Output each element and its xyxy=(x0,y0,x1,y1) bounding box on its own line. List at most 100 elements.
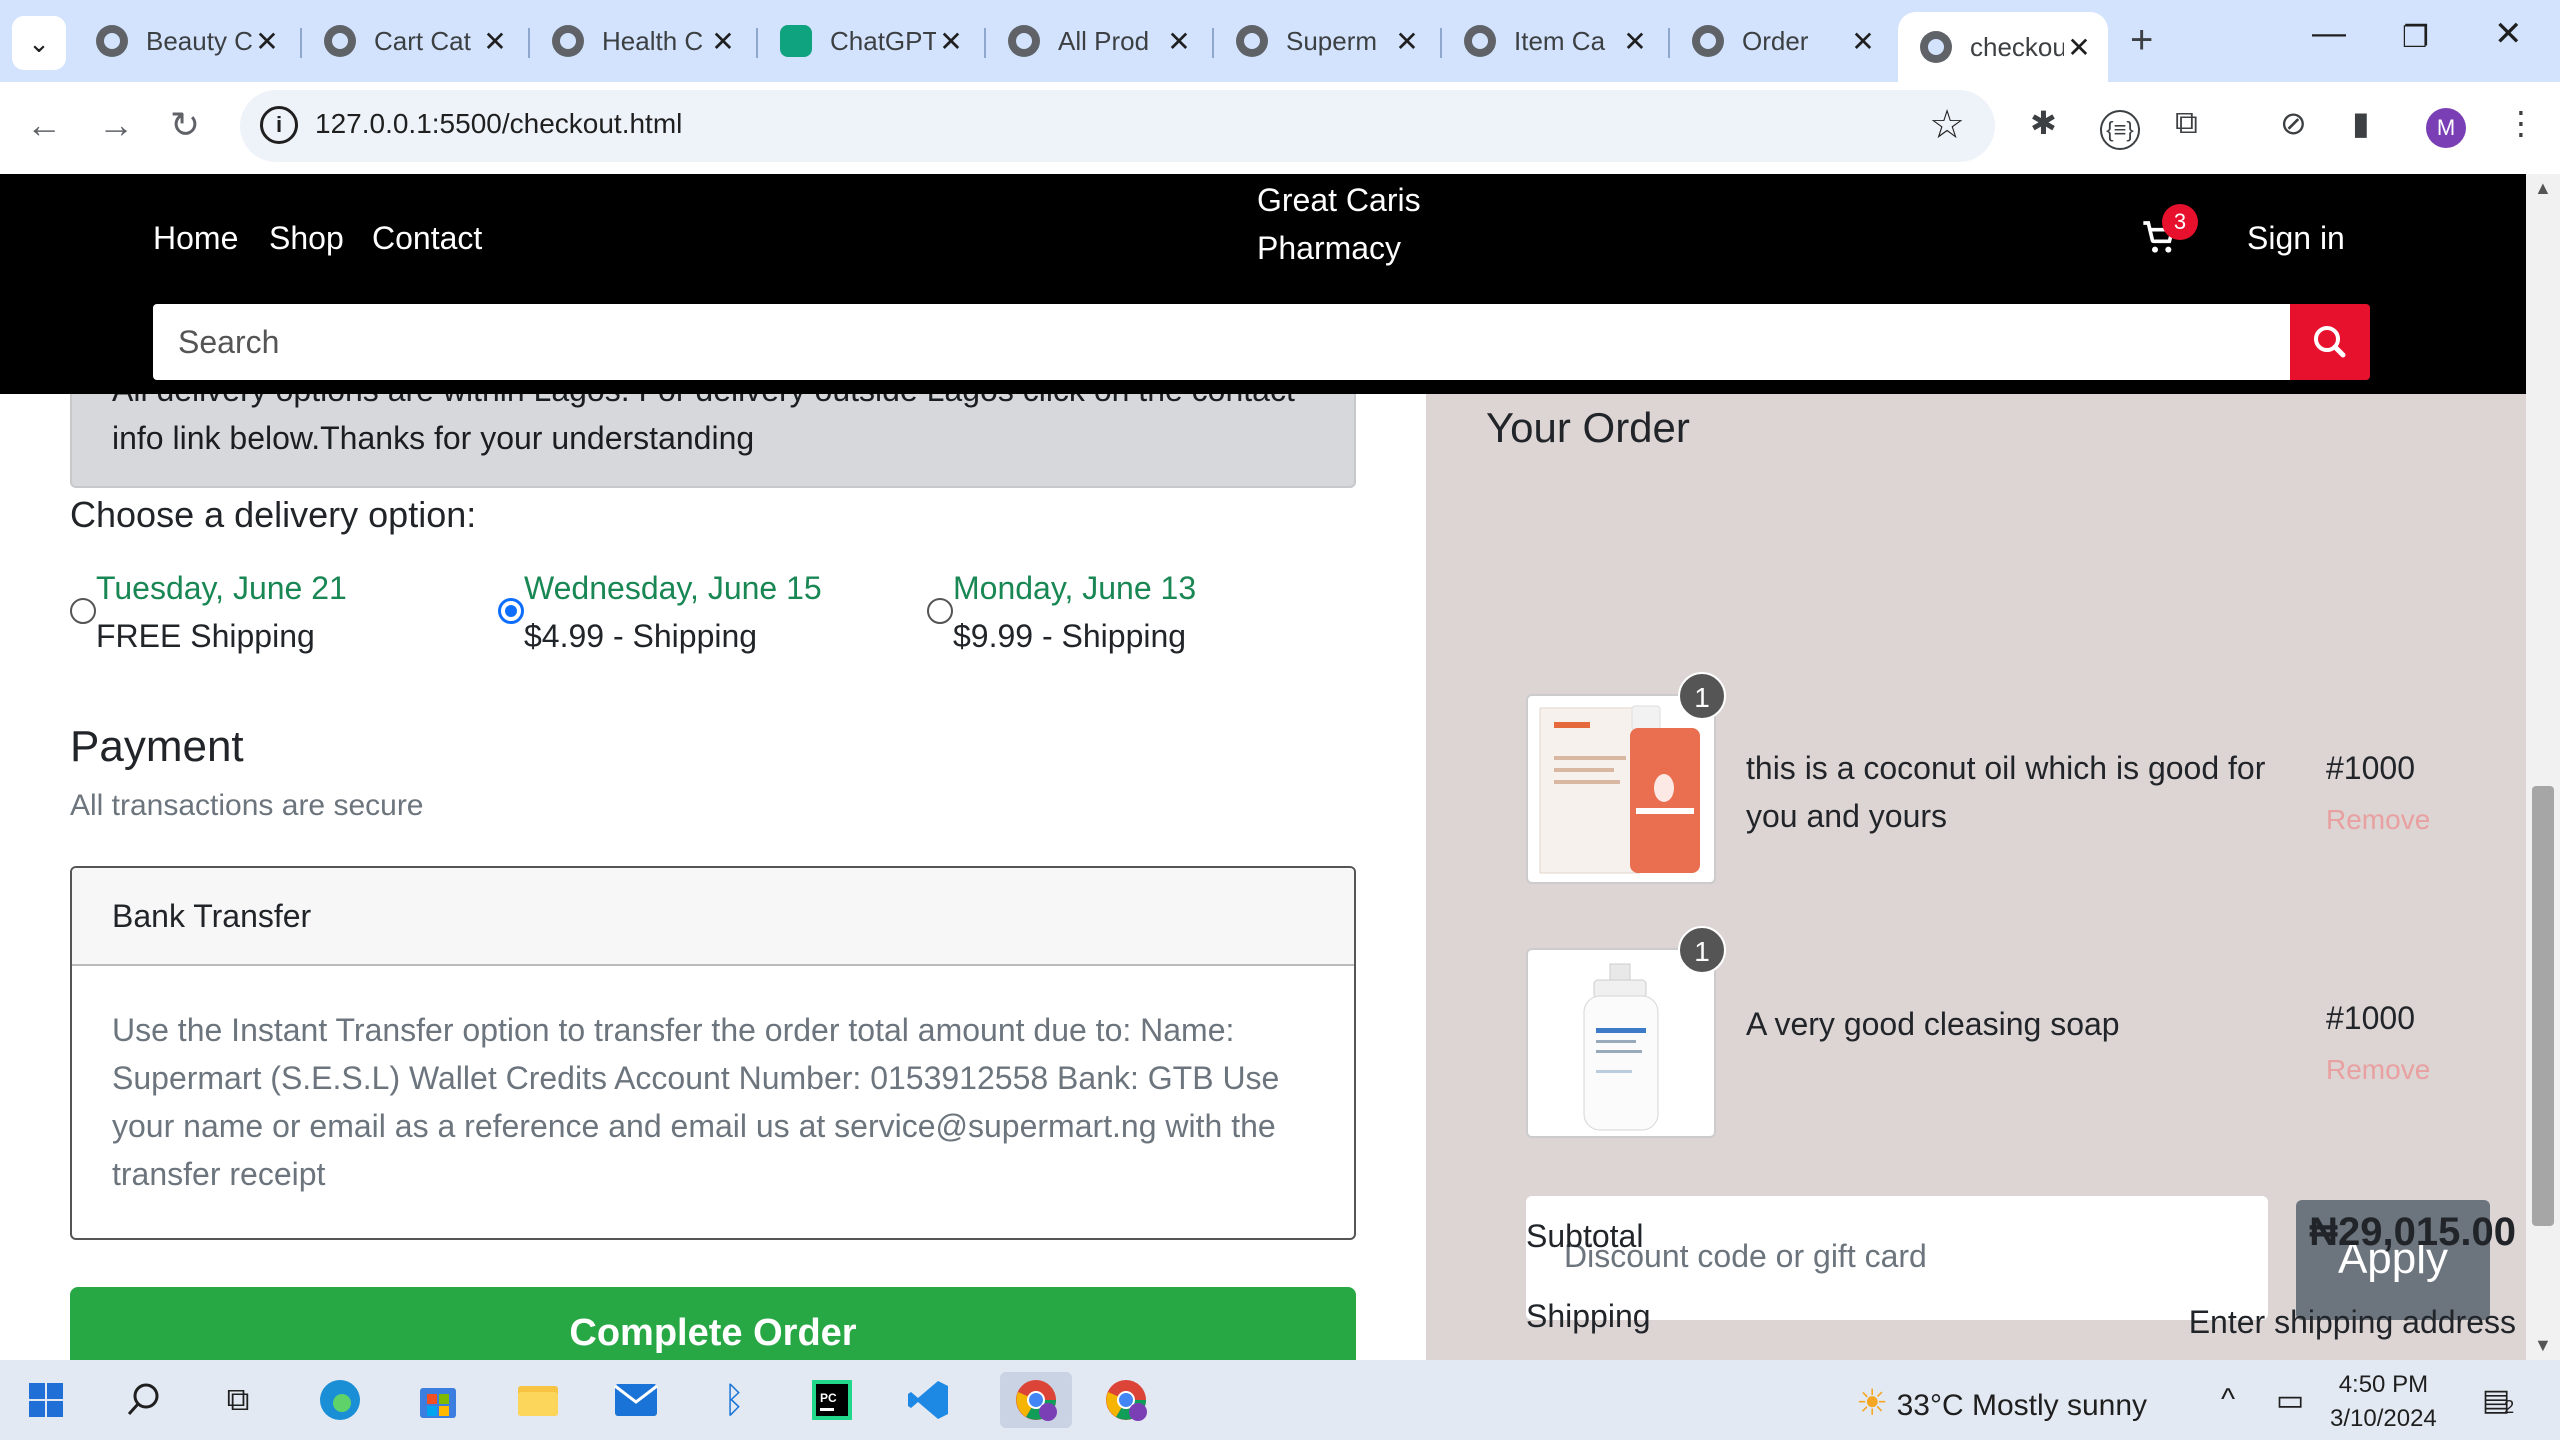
more-menu-icon[interactable]: ⋮ xyxy=(2505,104,2537,142)
chrome-icon[interactable] xyxy=(1000,1372,1072,1428)
tab-search-button[interactable]: ⌄ xyxy=(12,16,66,70)
search-button[interactable] xyxy=(2290,304,2370,380)
order-item: 1 this is a coconut oil which is good fo… xyxy=(1526,672,2506,889)
item-description: this is a coconut oil which is good for … xyxy=(1746,750,2266,834)
item-price: #1000 xyxy=(2326,750,2415,786)
close-icon[interactable]: ✕ xyxy=(1392,25,1422,58)
globe-icon xyxy=(324,25,356,57)
subtotal-value: ₦29,015.00 xyxy=(2309,1210,2516,1254)
profile-avatar[interactable]: M xyxy=(2426,108,2466,148)
tab-health[interactable]: Health C ✕ xyxy=(530,12,752,70)
globe-icon xyxy=(1692,25,1724,57)
close-icon[interactable]: ✕ xyxy=(2064,31,2094,64)
chrome-profile-icon[interactable] xyxy=(1098,1372,1154,1428)
bookmark-star-icon[interactable]: ☆ xyxy=(1929,102,1965,148)
minimize-icon[interactable]: — xyxy=(2312,14,2346,53)
tab-item-cart[interactable]: Item Ca ✕ xyxy=(1442,12,1664,70)
bug-extension-icon[interactable]: ✱ xyxy=(2030,104,2057,142)
shipping-value: Enter shipping address xyxy=(2188,1304,2516,1340)
close-icon[interactable]: ✕ xyxy=(1164,25,1194,58)
site-brand[interactable]: Great Caris Pharmacy xyxy=(1257,174,1421,272)
tab-title: All Prod xyxy=(1058,25,1150,56)
radio-button[interactable] xyxy=(70,598,96,624)
search-input[interactable]: Search xyxy=(153,304,2291,380)
sign-in-link[interactable]: Sign in xyxy=(2247,220,2345,257)
close-icon[interactable]: ✕ xyxy=(1848,25,1878,58)
radio-button[interactable] xyxy=(927,598,953,624)
site-info-icon[interactable]: i xyxy=(260,106,298,144)
bank-transfer-header[interactable]: Bank Transfer xyxy=(72,868,1354,966)
delivery-date: Tuesday, June 21 xyxy=(96,570,347,606)
page-scrollbar[interactable]: ▲ ▼ xyxy=(2526,174,2560,1360)
delivery-date: Wednesday, June 15 xyxy=(524,570,822,606)
tab-title: Order xyxy=(1742,25,1809,56)
delivery-option[interactable]: Monday, June 13 $9.99 - Shipping xyxy=(927,564,1196,660)
delivery-price: FREE Shipping xyxy=(96,618,315,654)
scroll-up-arrow-icon[interactable]: ▲ xyxy=(2534,178,2552,199)
search-icon xyxy=(2314,326,2346,358)
system-clock[interactable]: 4:50 PM 3/10/2024 xyxy=(2330,1368,2437,1436)
chevron-up-icon[interactable]: ^ xyxy=(2200,1372,2256,1428)
windows-start-icon[interactable] xyxy=(18,1372,74,1428)
weather-widget[interactable]: ☀ 33°C Mostly sunny xyxy=(1856,1382,2147,1424)
tab-all-products[interactable]: All Prod ✕ xyxy=(986,12,1208,70)
tab-order[interactable]: Order ✕ xyxy=(1670,12,1892,70)
task-view-icon[interactable]: ⧉ xyxy=(210,1372,266,1428)
sun-cloud-icon: ☀ xyxy=(1856,1382,1889,1423)
bluetooth-icon[interactable]: ᛒ xyxy=(706,1372,762,1428)
tab-strip: ⌄ Beauty C ✕ Cart Cat ✕ Health C ✕ ChatG… xyxy=(0,0,2560,82)
back-icon[interactable]: ← xyxy=(26,104,62,146)
address-bar[interactable]: i 127.0.0.1:5500/checkout.html ☆ xyxy=(240,90,1995,162)
close-window-icon[interactable]: ✕ xyxy=(2494,14,2523,54)
scrollbar-thumb[interactable] xyxy=(2532,786,2554,1226)
item-description: A very good cleasing soap xyxy=(1746,1006,2120,1042)
search-icon[interactable] xyxy=(116,1372,172,1428)
performance-icon[interactable]: ⊘ xyxy=(2280,104,2307,142)
network-battery-icon[interactable]: ▭ xyxy=(2262,1372,2318,1428)
delivery-option[interactable]: Wednesday, June 15 $4.99 - Shipping xyxy=(498,564,822,660)
mail-icon[interactable] xyxy=(608,1372,664,1428)
close-icon[interactable]: ✕ xyxy=(252,25,282,58)
extensions-puzzle-icon[interactable]: ⧉ xyxy=(2175,104,2198,142)
edge-browser-icon[interactable] xyxy=(312,1372,368,1428)
remove-item-link[interactable]: Remove xyxy=(2326,804,2430,836)
nav-contact-link[interactable]: Contact xyxy=(372,220,482,257)
file-explorer-icon[interactable] xyxy=(510,1372,566,1428)
delivery-price: $9.99 - Shipping xyxy=(953,618,1187,654)
nav-home-link[interactable]: Home xyxy=(153,220,238,257)
radio-button-selected[interactable] xyxy=(498,598,524,624)
quantity-badge: 1 xyxy=(1678,926,1726,974)
restore-icon[interactable]: ❐ xyxy=(2402,20,2429,55)
complete-order-button[interactable]: Complete Order xyxy=(70,1287,1356,1360)
reload-icon[interactable]: ↻ xyxy=(170,104,200,146)
tab-chatgpt[interactable]: ChatGPT ✕ xyxy=(758,12,980,70)
tab-cart[interactable]: Cart Cat ✕ xyxy=(302,12,524,70)
tab-supermart[interactable]: Superm ✕ xyxy=(1214,12,1436,70)
globe-icon xyxy=(1920,31,1952,63)
vscode-icon[interactable] xyxy=(900,1372,956,1428)
shipping-label: Shipping xyxy=(1526,1298,1651,1334)
notifications-icon[interactable]: ▤ 2 xyxy=(2470,1372,2526,1428)
close-icon[interactable]: ✕ xyxy=(936,25,966,58)
json-extension-icon[interactable]: {≡} xyxy=(2100,110,2140,150)
payment-title: Payment xyxy=(70,722,244,771)
tab-checkout[interactable]: checkou ✕ xyxy=(1898,12,2108,82)
microsoft-store-icon[interactable] xyxy=(410,1372,466,1428)
url-text[interactable]: 127.0.0.1:5500/checkout.html xyxy=(315,108,682,140)
close-icon[interactable]: ✕ xyxy=(708,25,738,58)
weather-text: 33°C Mostly sunny xyxy=(1896,1389,2148,1422)
tab-beauty[interactable]: Beauty C ✕ xyxy=(74,12,296,70)
close-icon[interactable]: ✕ xyxy=(1620,25,1650,58)
payment-subtitle: All transactions are secure xyxy=(70,789,424,822)
cart-count-badge: 3 xyxy=(2162,204,2198,240)
forward-icon[interactable]: → xyxy=(98,104,134,146)
nav-shop-link[interactable]: Shop xyxy=(269,220,344,257)
close-icon[interactable]: ✕ xyxy=(480,25,510,58)
side-panel-icon[interactable]: ▮ xyxy=(2352,104,2370,142)
delivery-option[interactable]: Tuesday, June 21 FREE Shipping xyxy=(70,564,347,660)
page-viewport: All delivery options are within Lagos. F… xyxy=(0,174,2526,1360)
pycharm-icon[interactable]: PC xyxy=(804,1372,860,1428)
new-tab-button[interactable]: + xyxy=(2130,18,2153,63)
scroll-down-arrow-icon[interactable]: ▼ xyxy=(2534,1335,2552,1356)
remove-item-link[interactable]: Remove xyxy=(2326,1054,2430,1086)
